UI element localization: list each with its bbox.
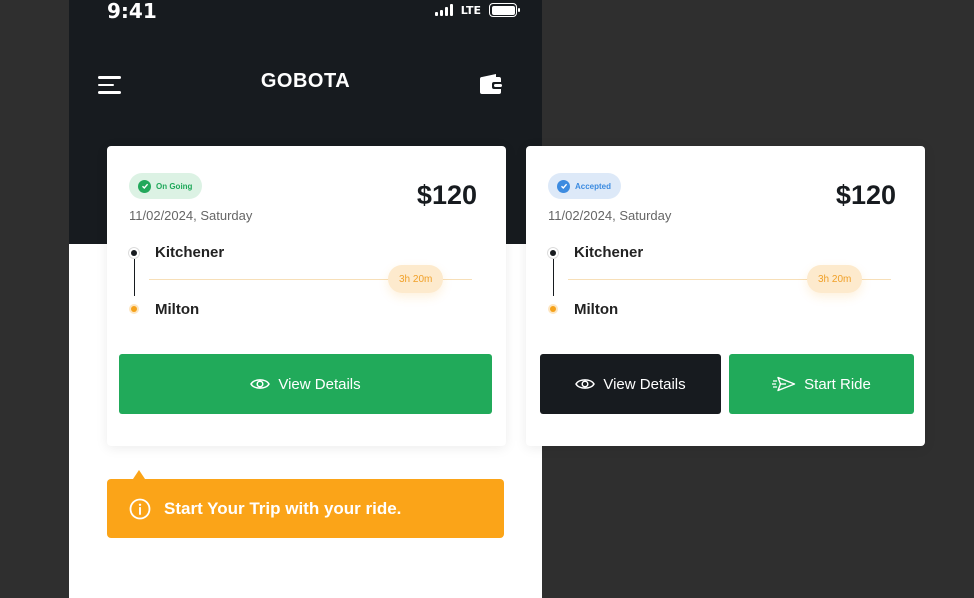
trip-card-ongoing: On Going $120 11/02/2024, Saturday Kitch… (107, 146, 506, 446)
send-icon (772, 376, 796, 392)
check-icon (557, 179, 570, 193)
eye-icon (250, 379, 271, 389)
view-details-button[interactable]: View Details (540, 354, 721, 414)
route-connector (133, 259, 135, 296)
trip-price: $120 (835, 180, 896, 210)
status-label: On Going (156, 181, 193, 191)
trip-date: 11/02/2024, Saturday (548, 208, 672, 223)
destination-city: Milton (574, 301, 619, 318)
destination-marker-icon (548, 304, 558, 314)
status-badge: On Going (129, 173, 203, 199)
status-indicators: LTE (434, 3, 520, 17)
status-label: Accepted (575, 181, 612, 191)
app-title: GOBOTA (260, 70, 351, 92)
origin-marker-icon (129, 248, 139, 258)
duration-pill: 3h 20m (388, 265, 444, 293)
signal-icon (434, 4, 453, 16)
view-details-label: View Details (603, 375, 686, 393)
onboarding-tooltip: Start Your Trip with your ride. (107, 479, 504, 538)
tooltip-arrow (133, 470, 145, 479)
info-icon (129, 498, 151, 519)
view-details-button[interactable]: View Details (119, 354, 492, 414)
view-details-label: View Details (278, 375, 361, 393)
route-connector (552, 259, 554, 296)
destination-city: Milton (155, 301, 200, 318)
wallet-icon[interactable] (479, 73, 504, 96)
origin-city: Kitchener (574, 244, 644, 261)
battery-icon (489, 3, 520, 17)
trip-card-accepted: Accepted $120 11/02/2024, Saturday Kitch… (526, 146, 925, 446)
origin-city: Kitchener (155, 244, 225, 261)
start-ride-label: Start Ride (804, 375, 871, 393)
tooltip-text: Start Your Trip with your ride. (164, 498, 402, 518)
check-icon (138, 179, 151, 193)
status-time: 9:41 (107, 0, 157, 23)
destination-marker-icon (129, 304, 139, 314)
start-ride-button[interactable]: Start Ride (729, 354, 914, 414)
trip-date: 11/02/2024, Saturday (129, 208, 253, 223)
network-label: LTE (460, 3, 481, 17)
origin-marker-icon (548, 248, 558, 258)
duration-pill: 3h 20m (807, 265, 863, 293)
trip-price: $120 (416, 180, 477, 210)
status-badge: Accepted (548, 173, 622, 199)
eye-icon (575, 379, 596, 389)
